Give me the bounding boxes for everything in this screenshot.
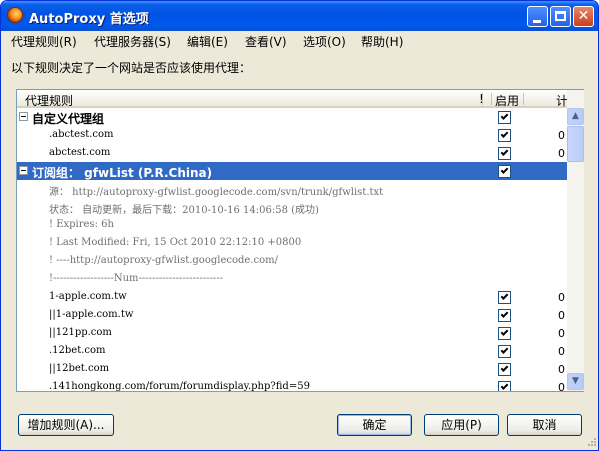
vertical-scrollbar[interactable]: ▲ ▼ [567, 90, 584, 391]
header-rule[interactable]: 代理规则 [25, 92, 73, 109]
hit-count: 0 [558, 345, 565, 358]
comment-row[interactable]: 状态： 自动更新，最后下载：2010-10-16 14:06:58 (成功) [17, 198, 567, 216]
rule-text: ||12bet.com [49, 363, 110, 374]
checkmark-icon [500, 166, 509, 174]
enabled-checkbox[interactable] [498, 363, 511, 376]
chevron-up-icon: ▲ [572, 111, 579, 121]
hit-count: 0 [558, 147, 565, 160]
rule-row[interactable]: ||12bet.com 0 [17, 360, 567, 378]
checkmark-icon [500, 148, 509, 156]
checkmark-icon [500, 130, 509, 138]
tree-rows: 自定义代理组 .abctest.com 0 abctest.com 0 订阅组： gfwL… [17, 108, 567, 391]
checkmark-icon [500, 382, 509, 390]
enabled-checkbox[interactable] [498, 111, 511, 124]
ok-button[interactable]: 确定 [337, 414, 412, 436]
comment-row[interactable]: ! Last Modified: Fri, 15 Oct 2010 22:12:… [17, 234, 567, 252]
enabled-checkbox[interactable] [498, 309, 511, 322]
rule-row[interactable]: ||1-apple.com.tw 0 [17, 306, 567, 324]
enabled-checkbox[interactable] [498, 165, 511, 178]
firefox-icon [7, 7, 23, 23]
enabled-checkbox[interactable] [498, 147, 511, 160]
rule-text: .abctest.com [49, 129, 114, 140]
preferences-window: AutoProxy 首选项 ✕ 代理规则(R) 代理服务器(S) 编辑(E) 查… [0, 0, 599, 451]
collapse-icon[interactable] [19, 112, 28, 121]
menu-help[interactable]: 帮助(H) [361, 33, 403, 50]
close-icon: ✕ [577, 8, 590, 24]
scroll-down-button[interactable]: ▼ [567, 373, 584, 390]
rule-row[interactable]: ||121pp.com 0 [17, 324, 567, 342]
rule-text: ||1-apple.com.tw [49, 309, 134, 320]
menu-edit[interactable]: 编辑(E) [187, 33, 228, 50]
add-rule-button[interactable]: 增加规则(A)... [18, 414, 114, 436]
scroll-up-button[interactable]: ▲ [567, 108, 584, 125]
enabled-checkbox[interactable] [498, 291, 511, 304]
rule-row[interactable]: .abctest.com 0 [17, 126, 567, 144]
scroll-thumb[interactable] [567, 126, 584, 162]
minimize-icon [533, 20, 541, 23]
rule-text: .141hongkong.com/forum/forumdisplay.php?… [49, 381, 310, 391]
rule-text: abctest.com [49, 147, 111, 158]
checkmark-icon [500, 292, 509, 300]
minimize-button[interactable] [527, 6, 548, 27]
enabled-checkbox[interactable] [498, 381, 511, 391]
maximize-button[interactable] [550, 6, 571, 27]
close-button[interactable]: ✕ [573, 6, 594, 27]
rule-row[interactable]: abctest.com 0 [17, 144, 567, 162]
header-enabled[interactable]: 启用 [495, 92, 519, 109]
collapse-icon[interactable] [19, 166, 28, 175]
menu-view[interactable]: 查看(V) [245, 33, 287, 50]
checkmark-icon [500, 346, 509, 354]
hit-count: 0 [558, 381, 565, 391]
checkmark-icon [500, 112, 509, 120]
chevron-down-icon: ▼ [572, 376, 579, 386]
tree-header: 代理规则 ! 启用 计数 [17, 90, 580, 109]
hit-count: 0 [558, 309, 565, 322]
group-label: 订阅组： gfwList (P.R.China) [32, 166, 213, 180]
header-bang[interactable]: ! [479, 92, 484, 106]
menu-proxy-servers[interactable]: 代理服务器(S) [94, 33, 171, 50]
menu-rules[interactable]: 代理规则(R) [11, 33, 77, 50]
menu-bar: 代理规则(R) 代理服务器(S) 编辑(E) 查看(V) 选项(O) 帮助(H) [1, 31, 598, 50]
comment-text: !------------------Num------------------… [49, 273, 223, 284]
hit-count: 0 [558, 363, 565, 376]
comment-row[interactable]: 源： http://autoproxy-gfwlist.googlecode.c… [17, 180, 567, 198]
enabled-checkbox[interactable] [498, 327, 511, 340]
checkmark-icon [500, 310, 509, 318]
comment-text: 源： http://autoproxy-gfwlist.googlecode.c… [49, 187, 384, 198]
maximize-icon [555, 11, 566, 21]
group-row[interactable]: 订阅组： gfwList (P.R.China) [17, 162, 567, 180]
comment-text: ! Last Modified: Fri, 15 Oct 2010 22:12:… [49, 237, 302, 248]
comment-text: 状态： 自动更新，最后下载：2010-10-16 14:06:58 (成功) [49, 205, 319, 216]
title-bar[interactable]: AutoProxy 首选项 ✕ [1, 1, 598, 31]
rule-row[interactable]: .12bet.com 0 [17, 342, 567, 360]
rules-tree[interactable]: 代理规则 ! 启用 计数 自定义代理组.abctest.com0abctest.… [16, 89, 584, 392]
window-title: AutoProxy 首选项 [29, 12, 149, 27]
rule-row[interactable]: 1-apple.com.tw 0 [17, 288, 567, 306]
rule-text: ||121pp.com [49, 327, 112, 338]
hit-count: 0 [558, 327, 565, 340]
comment-text: ! ----http://autoproxy-gfwlist.googlecod… [49, 255, 278, 266]
comment-row[interactable]: ! ----http://autoproxy-gfwlist.googlecod… [17, 252, 567, 270]
resize-grip-icon[interactable] [585, 437, 597, 449]
rule-row[interactable]: .141hongkong.com/forum/forumdisplay.php?… [17, 378, 567, 391]
menu-options[interactable]: 选项(O) [303, 33, 346, 50]
hit-count: 0 [558, 129, 565, 142]
rule-text: .12bet.com [49, 345, 106, 356]
checkmark-icon [500, 364, 509, 372]
cancel-button[interactable]: 取消 [507, 414, 582, 436]
comment-text: ! Expires: 6h [49, 219, 114, 230]
enabled-checkbox[interactable] [498, 345, 511, 358]
rule-text: 1-apple.com.tw [49, 291, 127, 302]
apply-button[interactable]: 应用(P) [424, 414, 499, 436]
group-label: 自定义代理组 [32, 112, 105, 126]
intro-text: 以下规则决定了一个网站是否应该使用代理： [11, 61, 252, 75]
comment-row[interactable]: !------------------Num------------------… [17, 270, 567, 288]
checkmark-icon [500, 328, 509, 336]
comment-row[interactable]: ! Expires: 6h [17, 216, 567, 234]
enabled-checkbox[interactable] [498, 129, 511, 142]
hit-count: 0 [558, 291, 565, 304]
group-row[interactable]: 自定义代理组 [17, 108, 567, 126]
